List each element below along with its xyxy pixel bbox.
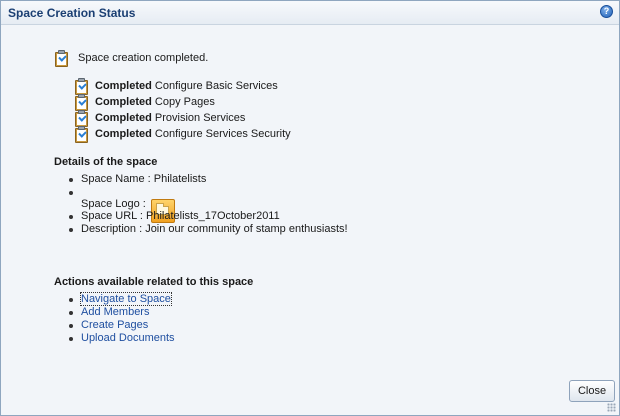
task-name: Provision Services <box>154 112 246 124</box>
space-url-item: Space URL : Philatelists_17October2011 <box>68 210 348 223</box>
create-pages-link[interactable]: Create Pages <box>81 319 148 331</box>
dialog-titlebar: Space Creation Status ? <box>1 1 619 25</box>
action-item: Create Pages <box>68 319 175 332</box>
action-item: Upload Documents <box>68 332 175 345</box>
navigate-to-space-link[interactable]: Navigate to Space <box>80 292 172 306</box>
details-heading: Details of the space <box>54 156 158 168</box>
space-logo-item: Space Logo : <box>68 186 348 223</box>
space-creation-dialog: Space Creation Status ? Space creation c… <box>0 0 620 416</box>
task-state: Completed <box>95 128 152 140</box>
actions-list: Navigate to Space Add Members Create Pag… <box>68 292 175 345</box>
task-name: Configure Basic Services <box>154 80 278 92</box>
task-state: Completed <box>95 96 152 108</box>
dialog-content: Space creation completed. Completed Conf… <box>1 26 619 376</box>
task-state: Completed <box>95 80 152 92</box>
task-name: Configure Services Security <box>154 128 291 140</box>
space-name-item: Space Name : Philatelists <box>68 173 348 186</box>
resize-grip-icon[interactable] <box>607 403 616 412</box>
status-message: Space creation completed. <box>78 52 209 64</box>
clipboard-check-icon <box>54 50 69 67</box>
clipboard-check-icon <box>74 126 89 143</box>
help-icon[interactable]: ? <box>600 5 613 18</box>
action-item: Add Members <box>68 306 175 319</box>
close-button[interactable]: Close <box>569 380 615 402</box>
clipboard-check-icon <box>74 94 89 111</box>
dialog-footer: Close <box>1 376 619 415</box>
description-item: Description : Join our community of stam… <box>68 223 348 236</box>
action-item: Navigate to Space <box>68 292 175 306</box>
clipboard-check-icon <box>74 78 89 95</box>
task-state: Completed <box>95 112 152 124</box>
actions-heading: Actions available related to this space <box>54 276 254 288</box>
clipboard-check-icon <box>74 110 89 127</box>
task-name: Copy Pages <box>154 96 215 108</box>
dialog-title: Space Creation Status <box>8 6 136 20</box>
upload-documents-link[interactable]: Upload Documents <box>81 332 175 344</box>
add-members-link[interactable]: Add Members <box>81 306 149 318</box>
details-list: Space Name : Philatelists Space Logo : S… <box>68 173 348 236</box>
space-logo-label: Space Logo : <box>81 198 146 210</box>
